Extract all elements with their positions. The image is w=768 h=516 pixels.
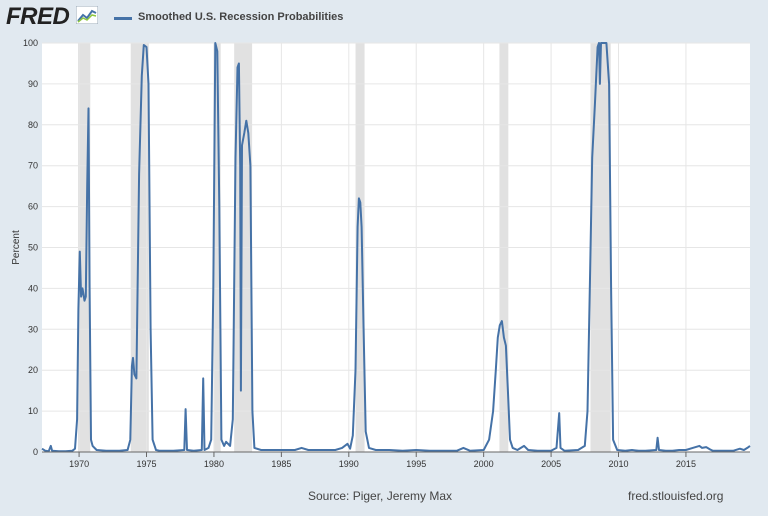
y-tick-label-80: 80: [28, 120, 38, 130]
y-tick-label-0: 0: [33, 447, 38, 457]
y-tick-label-100: 100: [23, 38, 38, 48]
x-tick-label-2005: 2005: [541, 459, 561, 469]
y-tick-label-10: 10: [28, 406, 38, 416]
y-tick-label-30: 30: [28, 324, 38, 334]
y-tick-label-90: 90: [28, 79, 38, 89]
x-axis-ticks: 1970 1975 1980 1985 1990 1995 2000 2005 2010 2015: [69, 452, 696, 469]
x-tick-label-1975: 1975: [136, 459, 156, 469]
x-tick-label-2015: 2015: [676, 459, 696, 469]
x-tick-label-2010: 2010: [608, 459, 628, 469]
x-tick-label-2000: 2000: [474, 459, 494, 469]
source-note: Source: Piger, Jeremy Max: [308, 489, 453, 503]
y-tick-label-70: 70: [28, 161, 38, 171]
y-tick-label-40: 40: [28, 283, 38, 293]
y-tick-label-60: 60: [28, 202, 38, 212]
line-chart[interactable]: 1970 1975 1980 1985 1990 1995 2000 2005 2010 2015…: [0, 0, 768, 516]
x-tick-label-1990: 1990: [339, 459, 359, 469]
source-url[interactable]: fred.stlouisfed.org: [628, 489, 723, 503]
x-tick-label-1985: 1985: [271, 459, 291, 469]
x-tick-label-1980: 1980: [204, 459, 224, 469]
y-tick-label-20: 20: [28, 365, 38, 375]
y-tick-label-50: 50: [28, 243, 38, 253]
x-tick-label-1995: 1995: [406, 459, 426, 469]
x-tick-label-1970: 1970: [69, 459, 89, 469]
y-axis-title: Percent: [11, 230, 22, 265]
y-axis-ticks: 0 10 20 30 40 50 60 70 80 90 100: [23, 38, 38, 457]
